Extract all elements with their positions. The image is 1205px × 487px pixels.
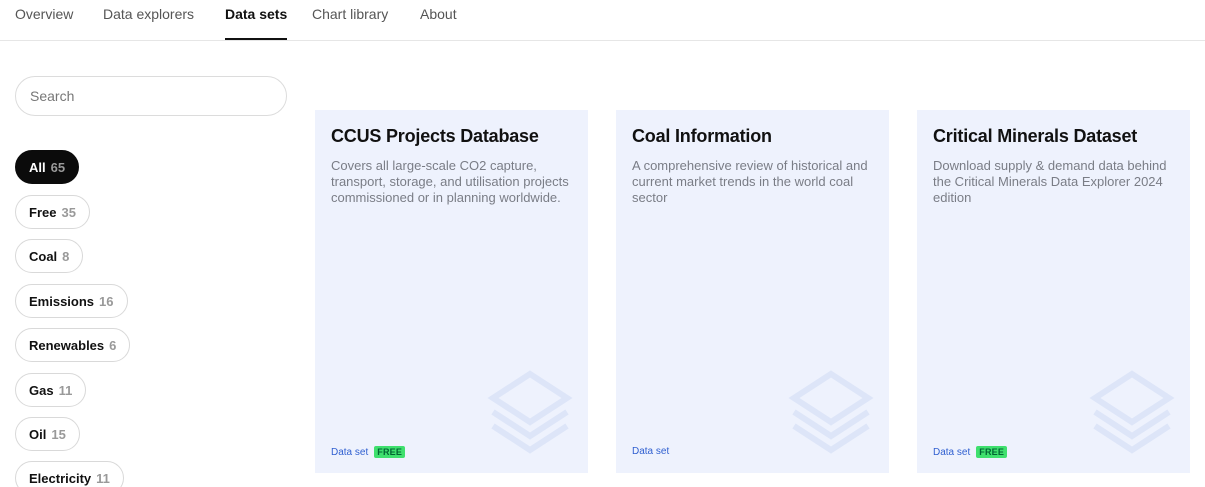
card-type: Data set	[632, 446, 670, 457]
search-input[interactable]	[15, 76, 287, 116]
filter-pill-all[interactable]: All 65	[15, 150, 80, 184]
filter-label: Oil	[29, 426, 47, 442]
layers-icon	[487, 370, 573, 454]
card-title: Critical Minerals Dataset	[933, 126, 1138, 146]
filter-label: Coal	[29, 248, 58, 264]
dataset-card-ccus[interactable]: CCUS Projects Database Covers all large-…	[315, 110, 588, 473]
tab-chart-library[interactable]: Chart library	[312, 6, 388, 40]
card-description: Download supply & demand data behind the…	[933, 158, 1167, 205]
card-title: CCUS Projects Database	[331, 126, 539, 146]
filter-count: 16	[99, 293, 114, 309]
card-description: Covers all large-scale CO2 capture, tran…	[331, 158, 569, 205]
filter-pill-free[interactable]: Free 35	[15, 195, 90, 229]
top-nav: Overview Data explorers Data sets Chart …	[0, 0, 1205, 41]
filter-count: 15	[51, 426, 66, 442]
card-type: Data set	[331, 446, 369, 458]
filter-count: 35	[61, 204, 76, 220]
layers-icon	[1089, 370, 1175, 454]
filter-label: Emissions	[29, 293, 95, 309]
filter-pill-coal[interactable]: Coal 8	[15, 239, 84, 273]
filter-pill-renewables[interactable]: Renewables 6	[15, 328, 131, 362]
filter-label: Gas	[29, 382, 54, 398]
tab-data-sets[interactable]: Data sets	[225, 6, 288, 40]
free-badge: FREE	[976, 446, 1008, 458]
card-description: A comprehensive review of historical and…	[632, 158, 868, 205]
filter-count: 11	[96, 470, 110, 486]
filter-count: 65	[50, 159, 66, 175]
card-footer: Data set FREE	[331, 446, 406, 458]
layers-icon	[788, 370, 874, 454]
filter-label: Renewables	[29, 337, 105, 353]
dataset-card-coal-information[interactable]: Coal Information A comprehensive review …	[616, 110, 889, 473]
filter-label: Electricity	[29, 470, 92, 486]
filter-label: All	[29, 159, 46, 175]
filter-pill-electricity[interactable]: Electricity 11	[15, 461, 124, 487]
filter-pill-oil[interactable]: Oil 15	[15, 417, 80, 451]
free-badge: FREE	[374, 446, 406, 458]
card-footer: Data set	[632, 446, 669, 457]
filter-count: 8	[62, 248, 70, 264]
card-footer: Data set FREE	[933, 446, 1008, 458]
filter-pill-gas[interactable]: Gas 11	[15, 373, 87, 407]
filter-count: 6	[109, 337, 117, 353]
tab-about[interactable]: About	[420, 6, 457, 40]
tab-overview[interactable]: Overview	[15, 6, 73, 40]
dataset-card-critical-minerals[interactable]: Critical Minerals Dataset Download suppl…	[917, 110, 1190, 473]
filter-label: Free	[29, 204, 57, 220]
filter-pill-emissions[interactable]: Emissions 16	[15, 284, 128, 318]
card-title: Coal Information	[632, 126, 772, 146]
filter-count: 11	[58, 382, 73, 398]
tab-data-explorers[interactable]: Data explorers	[103, 6, 194, 40]
card-type: Data set	[933, 446, 971, 458]
